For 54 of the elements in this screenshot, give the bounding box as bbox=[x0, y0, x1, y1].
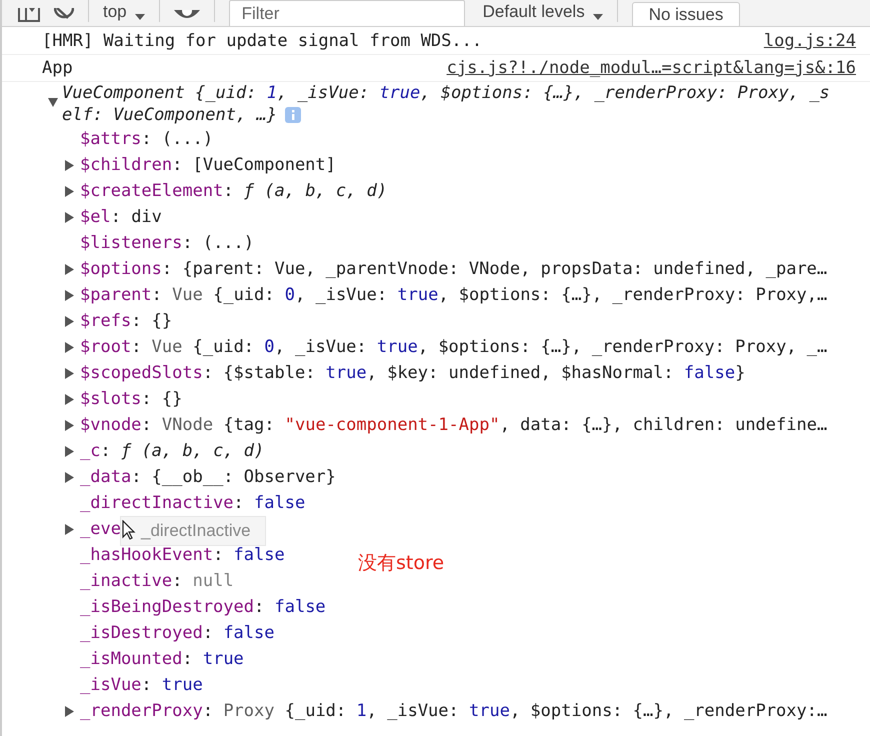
expand-triangle-icon[interactable] bbox=[65, 368, 74, 378]
property-row[interactable]: $scopedSlots: {$stable: true, $key: undefined, $hasNormal: false} bbox=[80, 363, 746, 383]
property-row[interactable]: $root: Vue {_uid: 0, _isVue: true, $options: {…}, _renderProxy: Proxy, _… bbox=[80, 337, 828, 357]
property-row[interactable]: $children: [VueComponent] bbox=[80, 155, 336, 175]
caret-icon[interactable] bbox=[592, 14, 603, 22]
expand-triangle-icon[interactable] bbox=[65, 394, 74, 404]
sidebar-icon[interactable] bbox=[18, 8, 40, 22]
expand-triangle-icon[interactable] bbox=[65, 264, 74, 274]
property-row[interactable]: _c: ƒ (a, b, c, d) bbox=[80, 441, 264, 461]
property-row[interactable]: $createElement: ƒ (a, b, c, d) bbox=[80, 181, 388, 201]
property-row[interactable]: $el: div bbox=[80, 207, 162, 227]
property-row[interactable]: _renderProxy: Proxy {_uid: 1, _isVue: true, $options: {…}, _renderProxy:… bbox=[80, 701, 828, 721]
expand-triangle-icon[interactable] bbox=[65, 316, 74, 326]
property-row[interactable]: _hasHookEvent: false bbox=[80, 545, 285, 565]
property-row[interactable]: _isMounted: true bbox=[80, 649, 244, 669]
property-row[interactable]: _isBeingDestroyed: false bbox=[80, 597, 326, 617]
expand-triangle-icon[interactable] bbox=[48, 98, 58, 108]
cursor-icon[interactable] bbox=[122, 520, 136, 540]
object-preview[interactable]: VueComponent {_uid: 1, _isVue: true, $options: {…}, _renderProxy: Proxy, _self: VueComponent, …} bbox=[62, 82, 840, 126]
property-row[interactable]: _isVue: true bbox=[80, 675, 203, 695]
expand-triangle-icon[interactable] bbox=[65, 342, 74, 352]
property-row[interactable]: _inactive: null bbox=[80, 571, 234, 591]
log-message: [HMR] Waiting for update signal from WDS... bbox=[42, 30, 482, 53]
property-row[interactable]: $attrs: (...) bbox=[80, 129, 214, 149]
property-row[interactable]: _isDestroyed: false bbox=[80, 623, 274, 643]
expand-triangle-icon[interactable] bbox=[65, 472, 74, 482]
expand-triangle-icon[interactable] bbox=[65, 290, 74, 300]
property-row[interactable]: $slots: {} bbox=[80, 389, 182, 409]
property-row[interactable]: $parent: Vue {_uid: 0, _isVue: true, $options: {…}, _renderProxy: Proxy,… bbox=[80, 285, 828, 305]
expand-triangle-icon[interactable] bbox=[65, 186, 74, 196]
property-row[interactable]: $vnode: VNode {tag: "vue-component-1-App", data: {…}, children: undefine… bbox=[80, 415, 828, 435]
tooltip: _directInactive bbox=[120, 516, 266, 546]
source-link[interactable]: log.js:24 bbox=[764, 28, 856, 54]
expand-triangle-icon[interactable] bbox=[65, 212, 74, 222]
property-row[interactable]: $options: {parent: Vue, _parentVnode: VNode, propsData: undefined, _pare… bbox=[80, 259, 828, 279]
issues-button[interactable]: No issues bbox=[632, 2, 740, 26]
context-dropdown[interactable]: top bbox=[103, 2, 145, 22]
expand-triangle-icon[interactable] bbox=[65, 446, 74, 456]
property-row[interactable]: $refs: {} bbox=[80, 311, 172, 331]
property-row[interactable]: _eve bbox=[80, 519, 121, 539]
source-link[interactable]: cjs.js?!./node_modul…=script&lang=js&:16 bbox=[446, 55, 856, 81]
annotation-text: 没有store bbox=[358, 551, 444, 576]
filter-field[interactable]: Filter bbox=[228, 0, 465, 26]
property-row[interactable]: $listeners: (...) bbox=[80, 233, 254, 253]
expand-triangle-icon[interactable] bbox=[65, 706, 74, 716]
log-message: App bbox=[42, 57, 73, 80]
expand-triangle-icon[interactable] bbox=[65, 160, 74, 170]
levels-dropdown[interactable]: Default levels bbox=[482, 2, 603, 22]
property-row[interactable]: _directInactive: false bbox=[80, 493, 306, 513]
expand-triangle-icon[interactable] bbox=[65, 524, 74, 534]
caret-icon[interactable] bbox=[134, 14, 145, 22]
expand-triangle-icon[interactable] bbox=[65, 420, 74, 430]
block-icon[interactable] bbox=[54, 8, 74, 22]
property-row[interactable]: _data: {__ob__: Observer} bbox=[80, 467, 336, 487]
